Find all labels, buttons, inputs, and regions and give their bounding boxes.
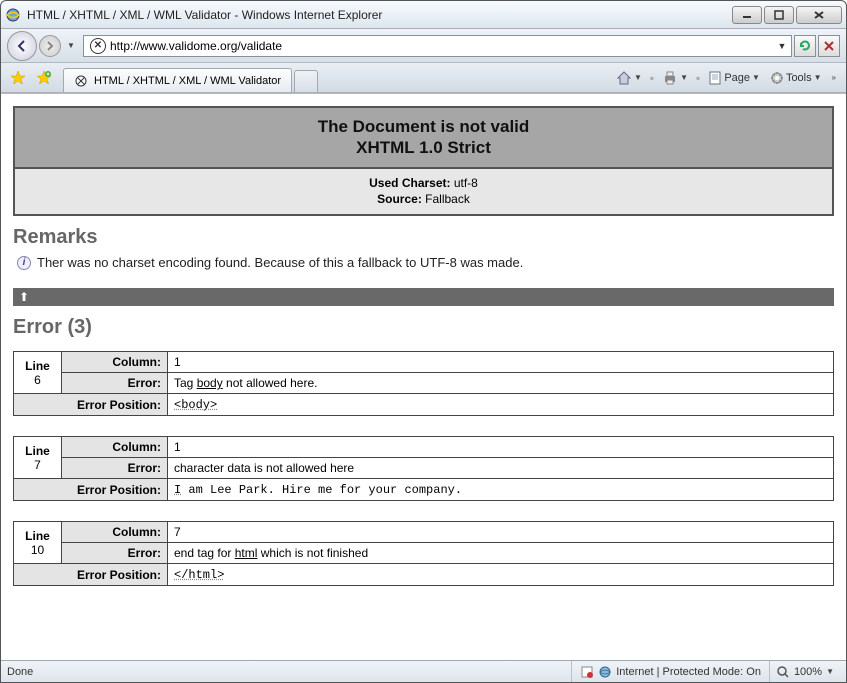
column-label: Column: [62,522,168,543]
zoom-icon [776,665,790,679]
address-input[interactable] [110,39,775,53]
line-header: Line6 [14,352,62,394]
validation-summary-box: The Document is not valid XHTML 1.0 Stri… [13,106,834,216]
column-value: 1 [168,352,834,373]
internet-zone-icon [598,665,612,679]
info-icon: i [17,256,31,270]
error-value: end tag for html which is not finished [168,543,834,564]
page-menu[interactable]: Page▼ [704,69,764,87]
column-value: 1 [168,437,834,458]
tools-menu-label: Tools [786,72,812,84]
print-button[interactable]: ▼ [658,68,692,88]
navbar: ▼ ✕ ▼ [1,29,846,63]
column-label: Column: [62,437,168,458]
zoom-value: 100% [794,666,822,678]
back-button[interactable] [7,31,37,61]
source-value: Fallback [425,192,470,206]
remarks-heading: Remarks [13,226,834,249]
tab-bar: HTML / XHTML / XML / WML Validator ▼ ▪ ▼… [1,63,846,93]
new-tab-button[interactable] [294,70,318,92]
errors-container: Line6Column:1Error:Tag body not allowed … [13,351,834,586]
validation-title-line1: The Document is not valid [318,117,530,136]
tab-site-icon [74,74,88,88]
validation-meta: Used Charset: utf-8 Source: Fallback [15,169,832,215]
page-menu-label: Page [724,72,750,84]
titlebar: HTML / XHTML / XML / WML Validator - Win… [1,1,846,29]
forward-button[interactable] [39,35,61,57]
maximize-button[interactable] [764,6,794,24]
validation-title: The Document is not valid XHTML 1.0 Stri… [15,108,832,169]
error-value: character data is not allowed here [168,458,834,479]
position-label: Error Position: [14,394,168,416]
line-header: Line10 [14,522,62,564]
site-icon: ✕ [90,38,106,54]
error-value: Tag body not allowed here. [168,373,834,394]
tools-menu[interactable]: Tools▼ [766,69,826,87]
minimize-button[interactable] [732,6,762,24]
remark-text: Ther was no charset encoding found. Beca… [37,255,523,270]
error-table: Line6Column:1Error:Tag body not allowed … [13,351,834,416]
collapse-bar: ⬆ [13,288,834,306]
position-value: <body> [168,394,834,416]
error-table: Line7Column:1Error:character data is not… [13,436,834,501]
error-label: Error: [62,458,168,479]
nav-history-dropdown[interactable]: ▼ [65,41,77,50]
refresh-button[interactable] [794,35,816,57]
position-value: </html> [168,564,834,586]
zoom-control[interactable]: 100% ▼ [769,661,840,682]
separator: ▪ [648,71,656,85]
position-label: Error Position: [14,479,168,501]
errors-heading: Error (3) [13,316,834,339]
tab-label: HTML / XHTML / XML / WML Validator [94,75,281,87]
address-bar: ✕ ▼ [83,35,792,57]
position-value: I am Lee Park. Hire me for your company. [168,479,834,501]
used-charset-value: utf-8 [454,176,478,190]
window-buttons [732,6,842,24]
home-button[interactable]: ▼ [612,68,646,88]
add-favorite-icon[interactable] [33,68,55,88]
command-bar: ▼ ▪ ▼ ▪ Page▼ Tools▼ » [612,68,840,88]
collapse-up-icon[interactable]: ⬆ [19,290,29,304]
address-dropdown[interactable]: ▼ [775,41,789,51]
stop-button[interactable] [818,35,840,57]
browser-tab[interactable]: HTML / XHTML / XML / WML Validator [63,68,292,92]
separator: ▪ [694,71,702,85]
error-label: Error: [62,543,168,564]
window-frame: HTML / XHTML / XML / WML Validator - Win… [0,0,847,683]
close-button[interactable] [796,6,842,24]
status-warn-icon [580,665,594,679]
chevron-expand-icon[interactable]: » [828,71,840,84]
status-zone: Internet | Protected Mode: On [571,661,769,682]
zoom-dropdown-icon[interactable]: ▼ [826,667,834,676]
validation-title-line2: XHTML 1.0 Strict [356,138,491,157]
status-bar: Done Internet | Protected Mode: On 100% … [1,660,846,682]
remark-item: i Ther was no charset encoding found. Be… [17,255,834,270]
window-title: HTML / XHTML / XML / WML Validator - Win… [27,8,732,22]
used-charset-label: Used Charset: [369,176,450,190]
favorites-star-icon[interactable] [7,68,29,88]
page-viewport[interactable]: The Document is not valid XHTML 1.0 Stri… [1,94,846,660]
error-label: Error: [62,373,168,394]
ie-app-icon [5,7,21,23]
source-label: Source: [377,192,422,206]
error-table: Line10Column:7Error:end tag for html whi… [13,521,834,586]
column-label: Column: [62,352,168,373]
column-value: 7 [168,522,834,543]
position-label: Error Position: [14,564,168,586]
content-area: The Document is not valid XHTML 1.0 Stri… [1,93,846,660]
line-header: Line7 [14,437,62,479]
status-zone-text: Internet | Protected Mode: On [616,666,761,678]
status-done: Done [7,666,33,678]
